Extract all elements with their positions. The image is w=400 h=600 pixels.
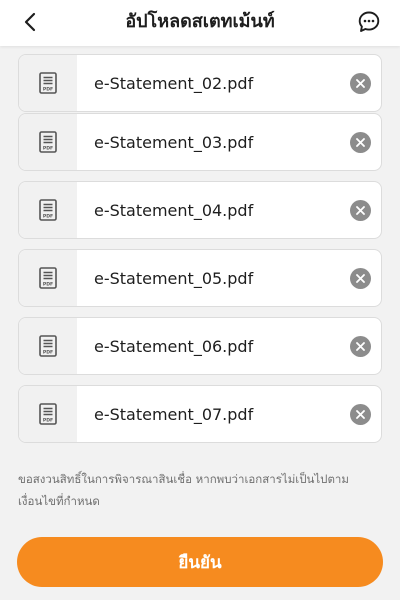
pdf-file-icon: PDF [39,131,57,153]
close-icon [356,274,365,283]
close-icon [356,138,365,147]
file-name: e-Statement_02.pdf [94,73,254,93]
pdf-icon-label: PDF [43,349,53,355]
pdf-icon-label: PDF [43,281,53,287]
chevron-left-icon [24,12,36,32]
file-item: PDF e-Statement_02.pdf [18,54,382,112]
pdf-icon-label: PDF [43,86,53,92]
file-icon-container: PDF [19,386,77,442]
file-icon-container: PDF [19,318,77,374]
file-item: PDF e-Statement_05.pdf [18,249,382,307]
file-item: PDF e-Statement_04.pdf [18,181,382,239]
pdf-file-icon: PDF [39,72,57,94]
file-item: PDF e-Statement_06.pdf [18,317,382,375]
file-name: e-Statement_07.pdf [94,404,254,424]
file-name: e-Statement_05.pdf [94,268,254,288]
remove-file-button[interactable] [350,336,371,357]
pdf-file-icon: PDF [39,403,57,425]
remove-file-button[interactable] [350,132,371,153]
app-header: อัปโหลดสเตทเม้นท์ [0,0,400,46]
confirm-button[interactable]: ยืนยัน [17,537,383,587]
back-button[interactable] [16,8,44,36]
page-title: อัปโหลดสเตทเม้นท์ [125,11,275,32]
file-icon-container: PDF [19,114,77,170]
remove-file-button[interactable] [350,268,371,289]
close-icon [356,342,365,351]
pdf-icon-label: PDF [43,417,53,423]
close-icon [356,206,365,215]
file-name: e-Statement_03.pdf [94,132,254,152]
pdf-icon-label: PDF [43,145,53,151]
pdf-file-icon: PDF [39,335,57,357]
remove-file-button[interactable] [350,73,371,94]
remove-file-button[interactable] [350,404,371,425]
close-icon [356,79,365,88]
file-item: PDF e-Statement_07.pdf [18,385,382,443]
file-icon-container: PDF [19,182,77,238]
pdf-file-icon: PDF [39,199,57,221]
file-icon-container: PDF [19,55,77,111]
disclaimer-text: ขอสงวนสิทธิ์ในการพิจารณาสินเชื่อ หากพบว่… [18,472,349,508]
chat-bubble-icon [358,11,380,32]
file-item: PDF e-Statement_03.pdf [18,113,382,171]
chat-button[interactable] [354,7,384,37]
file-name: e-Statement_06.pdf [94,336,254,356]
file-name: e-Statement_04.pdf [94,200,254,220]
pdf-file-icon: PDF [39,267,57,289]
file-icon-container: PDF [19,250,77,306]
remove-file-button[interactable] [350,200,371,221]
close-icon [356,410,365,419]
pdf-icon-label: PDF [43,213,53,219]
